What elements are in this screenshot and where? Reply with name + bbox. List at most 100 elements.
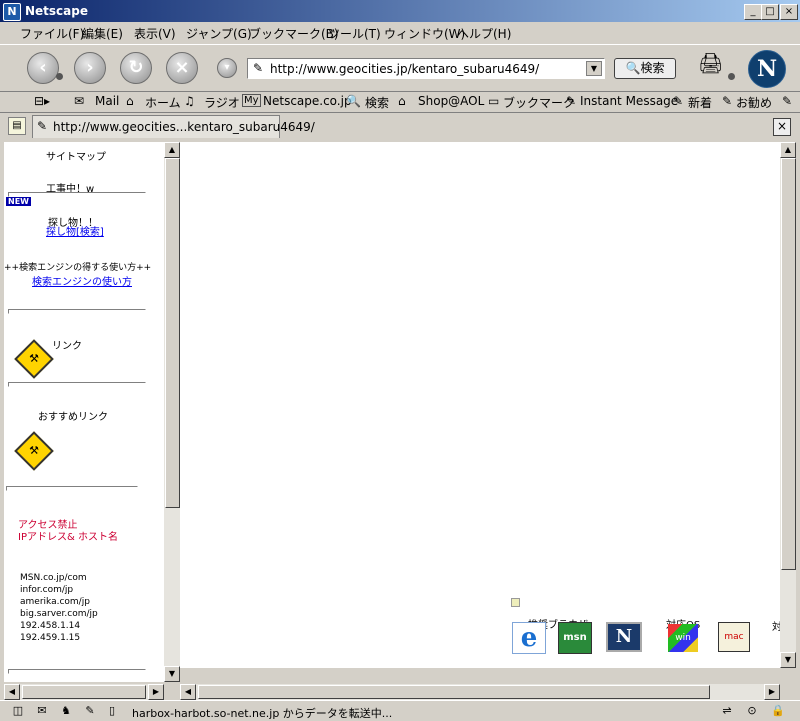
mail-icon[interactable]: ✉ <box>34 704 50 718</box>
scroll-left-icon[interactable]: ◀ <box>180 684 196 700</box>
netscape-logo[interactable]: N <box>748 50 786 88</box>
scroll-up-icon[interactable]: ▲ <box>164 142 180 158</box>
home-icon: ⌂ <box>126 94 134 108</box>
host-item: amerika.com/jp <box>20 597 90 607</box>
right-horizontal-scrollbar[interactable]: ◀ ▶ <box>180 684 780 700</box>
block-subtitle: IPアドレス& ホスト名 <box>18 532 118 543</box>
personal-radio[interactable]: ラジオ <box>204 94 240 111</box>
personal-shop[interactable]: Shop@AOL <box>418 94 484 108</box>
scroll-down-icon[interactable]: ▼ <box>780 652 796 668</box>
personal-home[interactable]: ホーム <box>145 94 181 111</box>
scroll-down-icon[interactable]: ▼ <box>164 666 180 682</box>
instant-message-icon[interactable]: ♞ <box>58 704 74 718</box>
scroll-up-icon[interactable]: ▲ <box>780 142 796 158</box>
scroll-thumb[interactable] <box>198 685 710 699</box>
bookmark-link-icon: ✎ <box>722 94 733 108</box>
page-proxy-icon: ✎ <box>253 61 264 75</box>
toolbar-grip-icon[interactable]: ⊟▸ <box>34 94 50 108</box>
composer-icon[interactable]: ✎ <box>82 704 98 718</box>
connection-icon: ⇌ <box>722 704 732 717</box>
stop-icon[interactable]: × <box>166 52 198 84</box>
back-dropdown-icon[interactable] <box>56 73 63 80</box>
navigator-icon[interactable]: ◫ <box>10 704 26 718</box>
divider <box>6 486 138 491</box>
netscape-app-icon: N <box>3 3 21 21</box>
title-bar: N Netscape _ □ × <box>0 0 800 22</box>
menu-go[interactable]: ジャンプ(G) <box>186 25 252 42</box>
menu-help[interactable]: ヘルプ(H) <box>457 25 511 42</box>
search-button[interactable]: 🔍検索 <box>614 58 676 79</box>
divider <box>8 309 146 314</box>
print-icon[interactable]: 🖨 <box>698 51 728 75</box>
bookmark-link-icon: ✎ <box>673 94 684 108</box>
address-book-icon[interactable]: ▯ <box>104 704 120 718</box>
close-tab-button[interactable]: × <box>773 118 791 136</box>
menu-bar: ファイル(F) 編集(E) 表示(V) ジャンプ(G) ブックマーク(B) ツー… <box>0 22 800 42</box>
links-label: リンク <box>52 341 82 352</box>
minimize-button[interactable]: _ <box>744 4 762 20</box>
menu-window[interactable]: ウィンドウ(W) <box>384 25 465 42</box>
print-dropdown-icon[interactable] <box>728 73 735 80</box>
personal-bookmarks[interactable]: ブックマーク <box>503 94 575 111</box>
back-icon[interactable]: ‹ <box>27 52 59 84</box>
security-icon: ⊙ <box>747 704 757 717</box>
menu-bookmarks[interactable]: ブックマーク(B) <box>249 25 339 42</box>
scroll-right-icon[interactable]: ▶ <box>764 684 780 700</box>
netscape-badge-icon[interactable]: N <box>606 622 642 652</box>
close-button[interactable]: × <box>780 4 798 20</box>
left-vertical-scrollbar[interactable]: ▲ ▼ <box>164 142 180 682</box>
sitemap-label: サイトマップ <box>46 152 106 163</box>
forward-icon[interactable]: › <box>74 52 106 84</box>
construction-sign-icon: ⚒ <box>14 431 54 471</box>
tab-bar: ▤ ✎ http://www.geocities...kentaro_subar… <box>0 114 800 139</box>
menu-edit[interactable]: 編集(E) <box>82 25 123 42</box>
mac-badge-icon[interactable]: mac <box>718 622 750 652</box>
personal-mail[interactable]: Mail <box>95 94 119 108</box>
menu-file[interactable]: ファイル(F) <box>20 25 84 42</box>
msn-badge-icon[interactable]: msn <box>558 622 592 654</box>
right-vertical-scrollbar[interactable]: ▲ ▼ <box>780 142 796 668</box>
magnifier-icon: 🔍 <box>625 61 641 75</box>
new-badge: NEW <box>6 197 31 206</box>
host-item: MSN.co.jp/com <box>20 573 87 583</box>
os-label-cut: 対 <box>772 622 780 633</box>
engine-link[interactable]: 検索エンジンの使い方 <box>32 273 132 288</box>
windows-badge-icon[interactable]: win <box>668 624 698 652</box>
personal-netscape[interactable]: Netscape.co.jp <box>263 94 352 108</box>
maximize-button[interactable]: □ <box>761 4 779 20</box>
window-title: Netscape <box>25 4 88 18</box>
ie-badge-icon[interactable]: e <box>512 622 546 654</box>
scroll-thumb[interactable] <box>781 158 796 570</box>
bookmark-link-icon: ✎ <box>782 94 793 108</box>
divider <box>8 669 146 674</box>
host-item: infor.com/jp <box>20 585 74 595</box>
engine-title: ++検索エンジンの得する使い方++ <box>4 263 152 273</box>
menu-tools[interactable]: ツール(T) <box>328 25 381 42</box>
scroll-right-icon[interactable]: ▶ <box>148 684 164 700</box>
search-button-label: 検索 <box>640 61 665 75</box>
scroll-left-icon[interactable]: ◀ <box>4 684 20 700</box>
personal-im[interactable]: Instant Message <box>580 94 678 108</box>
scroll-thumb[interactable] <box>22 685 146 699</box>
search-link[interactable]: 探し物[検索] <box>46 223 104 238</box>
construction-sign-icon: ⚒ <box>14 339 54 379</box>
recommended-label: おすすめリンク <box>38 412 108 423</box>
menu-view[interactable]: 表示(V) <box>134 25 176 42</box>
mail-icon: ✉ <box>74 94 85 108</box>
left-frame: サイトマップ 工事中！w NEW 探し物！！ 探し物[検索] ++検索エンジンの… <box>4 142 164 682</box>
personal-search[interactable]: 検索 <box>365 94 389 111</box>
reload-icon[interactable]: ↻ <box>120 52 152 84</box>
url-field[interactable]: ✎ http://www.geocities.jp/kentaro_subaru… <box>247 58 605 79</box>
personal-new[interactable]: 新着 <box>688 94 712 111</box>
new-tab-icon[interactable]: ▤ <box>8 117 26 135</box>
tab-current[interactable]: ✎ http://www.geocities...kentaro_subaru4… <box>32 115 315 138</box>
scroll-thumb[interactable] <box>165 158 180 508</box>
left-horizontal-scrollbar[interactable]: ◀ ▶ <box>4 684 164 700</box>
divider <box>8 382 146 387</box>
search-icon: 🔍 <box>346 94 361 108</box>
url-history-icon[interactable]: ▾ <box>217 58 237 78</box>
shop-icon: ⌂ <box>398 94 406 108</box>
url-dropdown-icon[interactable]: ▼ <box>586 61 602 76</box>
personal-recommend[interactable]: お勧め <box>736 94 772 111</box>
small-square-icon <box>511 598 520 607</box>
